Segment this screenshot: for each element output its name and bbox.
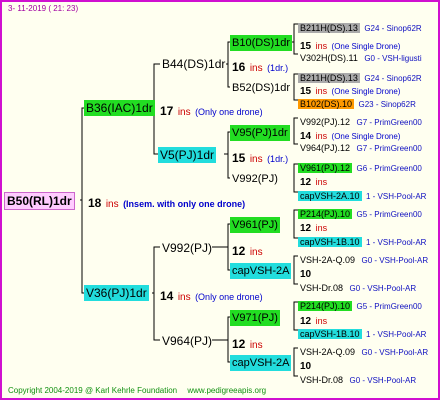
g3-v5-num: 15 — [232, 151, 246, 165]
leaf-0-name: B211H(DS).13 — [298, 23, 360, 33]
leaf-7-name: capVSH-2A.10 — [298, 191, 362, 201]
leaf-4-name: V992(PJ).12 — [300, 117, 351, 127]
leaf-7-group: 1 - VSH-Pool-AR — [366, 192, 427, 201]
leaf-12-group: G5 - PrimGreen00 — [356, 302, 422, 311]
leaf-5[interactable]: V964(PJ).12 G7 - PrimGreen00 — [298, 138, 422, 156]
sire-num: 17 — [160, 104, 174, 118]
g3-v964-num: 12 — [232, 337, 246, 351]
dam-ins: ins — [177, 292, 191, 303]
leaf-0[interactable]: B211H(DS).13 G24 - Sinop62R — [298, 18, 422, 36]
leaf-3-group: G23 - Sinop62R — [358, 100, 416, 109]
g3-b44-info: 16 ins (1dr.) — [232, 58, 288, 76]
g3-b44[interactable]: B44(DS)1dr — [160, 56, 227, 72]
g3-v964[interactable]: V964(PJ) — [160, 333, 214, 349]
leaf-7[interactable]: capVSH-2A.10 1 - VSH-Pool-AR — [298, 186, 426, 204]
g4-b52[interactable]: B52(DS)1dr — [230, 80, 292, 96]
g3-v992-ins: ins — [249, 247, 263, 258]
g3-v5-ins: ins — [249, 154, 263, 165]
leaf-1-group: G0 - VSH-ligusti — [364, 54, 422, 63]
g3-v5-info: 15 ins (1dr.) — [232, 149, 288, 167]
g3-b44-note: (1dr.) — [267, 63, 289, 73]
leaf-9[interactable]: capVSH-1B.10 1 - VSH-Pool-AR — [298, 232, 426, 250]
leaf-9-group: 1 - VSH-Pool-AR — [366, 238, 427, 247]
leaf-6-name: V961(PJ).12 — [298, 163, 353, 173]
leaf-15-name: VSH-Dr.08 — [300, 375, 344, 385]
root-info: 18 ins (Insem. with only one drone) — [88, 194, 245, 212]
dam-note: (Only one drone) — [195, 292, 263, 302]
leaf-15[interactable]: VSH-Dr.08 G0 - VSH-Pool-AR — [298, 370, 416, 388]
leaf-14-group: G0 - VSH-Pool-AR — [361, 348, 429, 357]
leaf-5-name: V964(PJ).12 — [300, 143, 351, 153]
leaf-11[interactable]: VSH-Dr.08 G0 - VSH-Pool-AR — [298, 278, 416, 296]
root-note: (Insem. with only one drone) — [123, 199, 246, 209]
leaf-1-name: V302H(DS).11 — [300, 53, 358, 63]
leaf-2-name: B211H(DS).13 — [298, 73, 360, 83]
leaf-2[interactable]: B211H(DS).13 G24 - Sinop62R — [298, 68, 422, 86]
leaf-10-group: G0 - VSH-Pool-AR — [361, 256, 429, 265]
leaf-5-group: G7 - PrimGreen00 — [356, 144, 422, 153]
leaf-3-name: B102(DS).10 — [298, 99, 355, 109]
leaf-13[interactable]: capVSH-1B.10 1 - VSH-Pool-AR — [298, 324, 426, 342]
root-ins: ins — [105, 199, 119, 210]
leaf-6-group: G6 - PrimGreen00 — [356, 164, 422, 173]
leaf-10[interactable]: VSH-2A-Q.09 G0 - VSH-Pool-AR — [298, 250, 428, 268]
leaf-10-name: VSH-2A-Q.09 — [300, 255, 356, 265]
g4-v961[interactable]: V961(PJ) — [230, 217, 280, 233]
leaf-12[interactable]: P214(PJ).10 G5 - PrimGreen00 — [298, 296, 422, 314]
g4-b10[interactable]: B10(DS)1dr — [230, 35, 293, 51]
leaf-14[interactable]: VSH-2A-Q.09 G0 - VSH-Pool-AR — [298, 342, 428, 360]
g3-v5[interactable]: V5(PJ)1dr — [158, 147, 217, 163]
g3-b44-ins: ins — [249, 63, 263, 74]
leaf-6[interactable]: V961(PJ).12 G6 - PrimGreen00 — [298, 158, 422, 176]
g4-cap2[interactable]: capVSH-2A — [230, 355, 292, 371]
copyright-text: Copyright 2004-2019 @ Karl Kehrle Founda… — [8, 386, 178, 395]
g4-v992b[interactable]: V992(PJ) — [230, 171, 280, 187]
sire-info: 17 ins (Only one drone) — [160, 102, 263, 120]
g3-v5-note: (1dr.) — [267, 154, 289, 164]
g3-v992[interactable]: V992(PJ) — [160, 240, 214, 256]
dam-info: 14 ins (Only one drone) — [160, 287, 263, 305]
sire-queen[interactable]: B36(IAC)1dr — [84, 100, 155, 116]
site-link[interactable]: www.pedigreeapis.org — [187, 386, 266, 395]
g4-v971[interactable]: V971(PJ) — [230, 310, 280, 326]
leaf-15-group: G0 - VSH-Pool-AR — [349, 376, 417, 385]
g3-b44-num: 16 — [232, 60, 246, 74]
leaf-13-name: capVSH-1B.10 — [298, 329, 362, 339]
leaf-3[interactable]: B102(DS).10 G23 - Sinop62R — [298, 94, 416, 112]
footer: Copyright 2004-2019 @ Karl Kehrle Founda… — [8, 386, 266, 395]
leaf-8-group: G5 - PrimGreen00 — [356, 210, 422, 219]
dam-num: 14 — [160, 289, 174, 303]
leaf-0-group: G24 - Sinop62R — [364, 24, 422, 33]
leaf-2-group: G24 - Sinop62R — [364, 74, 422, 83]
g3-v992-num: 12 — [232, 244, 246, 258]
report-date: 3- 11-2019 ( 21: 23) — [8, 4, 79, 13]
root-queen[interactable]: B50(RL)1dr — [4, 192, 75, 210]
leaf-14-name: VSH-2A-Q.09 — [300, 347, 356, 357]
leaf-12-name: P214(PJ).10 — [298, 301, 353, 311]
leaf-4[interactable]: V992(PJ).12 G7 - PrimGreen00 — [298, 112, 422, 130]
leaf-4-group: G7 - PrimGreen00 — [356, 118, 422, 127]
root-num: 18 — [88, 196, 102, 210]
g3-v964-ins: ins — [249, 340, 263, 351]
g4-cap1[interactable]: capVSH-2A — [230, 263, 292, 279]
leaf-9-name: capVSH-1B.10 — [298, 237, 362, 247]
sire-ins: ins — [177, 107, 191, 118]
leaf-11-group: G0 - VSH-Pool-AR — [349, 284, 417, 293]
sire-note: (Only one drone) — [195, 107, 263, 117]
leaf-8[interactable]: P214(PJ).10 G5 - PrimGreen00 — [298, 204, 422, 222]
leaf-8-name: P214(PJ).10 — [298, 209, 353, 219]
pedigree-frame: 3- 11-2019 ( 21: 23) B50(RL)1dr 18 ins (… — [0, 0, 440, 400]
leaf-11-name: VSH-Dr.08 — [300, 283, 344, 293]
g3-v992-info: 12 ins — [232, 242, 263, 260]
g4-v95[interactable]: V95(PJ)1dr — [230, 125, 290, 141]
leaf-13-group: 1 - VSH-Pool-AR — [366, 330, 427, 339]
dam-queen[interactable]: V36(PJ)1dr — [84, 285, 149, 301]
g3-v964-info: 12 ins — [232, 335, 263, 353]
leaf-1[interactable]: V302H(DS).11 G0 - VSH-ligusti — [298, 48, 422, 66]
